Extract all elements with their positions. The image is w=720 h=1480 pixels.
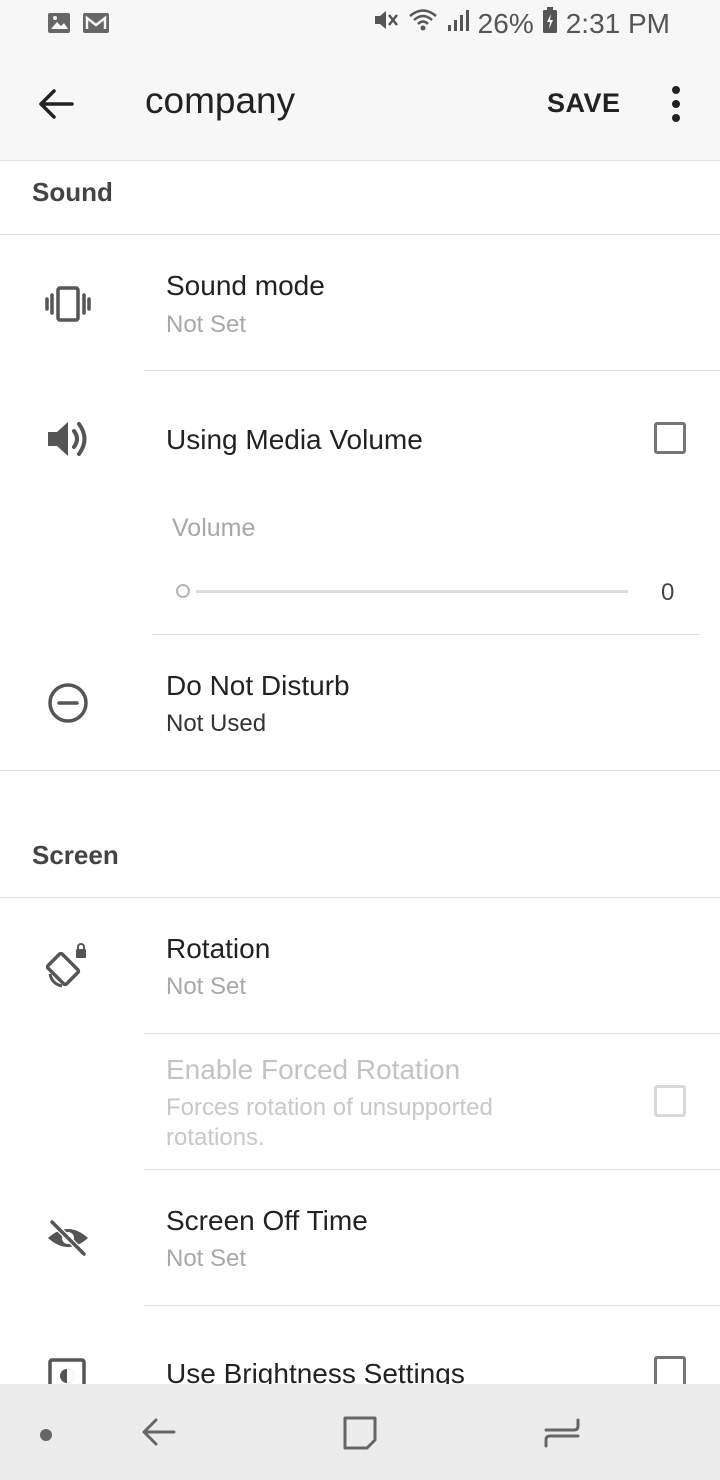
rotation-lock-icon (44, 942, 92, 990)
battery-percent: 26% (477, 7, 534, 39)
mute-icon (372, 7, 400, 40)
screen-off-title: Screen Off Time (166, 1205, 368, 1236)
divider (0, 770, 720, 771)
volume-label: Volume (172, 514, 256, 542)
brightness-row[interactable]: Use Brightness Settings (0, 1306, 720, 1384)
dnd-title: Do Not Disturb (166, 670, 350, 701)
volume-icon (44, 415, 92, 463)
dot-icon[interactable] (40, 1428, 52, 1446)
screen-off-row[interactable]: Screen Off Time Not Set (0, 1170, 720, 1305)
vibrate-icon (44, 280, 92, 328)
media-volume-row[interactable]: Using Media Volume (0, 371, 720, 503)
recent-square-icon[interactable] (341, 1414, 379, 1457)
do-not-disturb-icon (44, 679, 92, 727)
image-icon (46, 10, 72, 41)
forced-rotation-desc-line1: Forces rotation of unsupported (166, 1094, 493, 1121)
mail-icon (82, 10, 110, 41)
forced-rotation-desc-line2: rotations. (166, 1124, 265, 1151)
status-bar: 26% 2:31 PM (0, 0, 720, 50)
volume-slider-thumb[interactable] (176, 584, 190, 598)
brightness-icon (44, 1354, 92, 1384)
forced-rotation-checkbox (654, 1085, 686, 1117)
media-volume-title: Using Media Volume (166, 424, 423, 455)
more-options-icon[interactable] (664, 84, 688, 124)
forced-rotation-row: Enable Forced Rotation Forces rotation o… (0, 1034, 720, 1169)
status-time: 2:31 PM (565, 7, 670, 39)
sound-mode-row[interactable]: Sound mode Not Set (0, 236, 720, 370)
forced-rotation-title: Enable Forced Rotation (166, 1054, 461, 1085)
save-button[interactable]: SAVE (547, 88, 621, 119)
wifi-icon (408, 7, 438, 40)
sound-mode-title: Sound mode (166, 270, 325, 301)
brightness-title: Use Brightness Settings (166, 1358, 465, 1384)
dnd-row[interactable]: Do Not Disturb Not Used (0, 635, 720, 770)
back-arrow-icon[interactable] (36, 84, 76, 124)
rotation-row[interactable]: Rotation Not Set (0, 898, 720, 1033)
screen-off-value: Not Set (166, 1245, 247, 1272)
section-header-sound: Sound (32, 177, 113, 207)
brightness-checkbox[interactable] (654, 1356, 686, 1384)
section-header-screen: Screen (32, 840, 119, 870)
switch-apps-icon[interactable] (542, 1414, 582, 1457)
rotation-title: Rotation (166, 933, 271, 964)
page-title: company (145, 80, 296, 121)
back-arrow-icon[interactable] (140, 1414, 178, 1455)
navigation-bar (0, 1384, 720, 1480)
eye-off-icon (44, 1214, 92, 1262)
signal-icon (446, 7, 470, 40)
dnd-value: Not Used (166, 710, 267, 737)
app-bar: company SAVE (0, 50, 720, 161)
volume-slider-track[interactable] (196, 590, 628, 593)
media-volume-checkbox[interactable] (654, 422, 686, 454)
battery-icon (542, 6, 558, 41)
divider (0, 234, 720, 235)
sound-mode-value: Not Set (166, 311, 247, 338)
volume-value: 0 (661, 579, 675, 606)
rotation-value: Not Set (166, 973, 247, 1000)
